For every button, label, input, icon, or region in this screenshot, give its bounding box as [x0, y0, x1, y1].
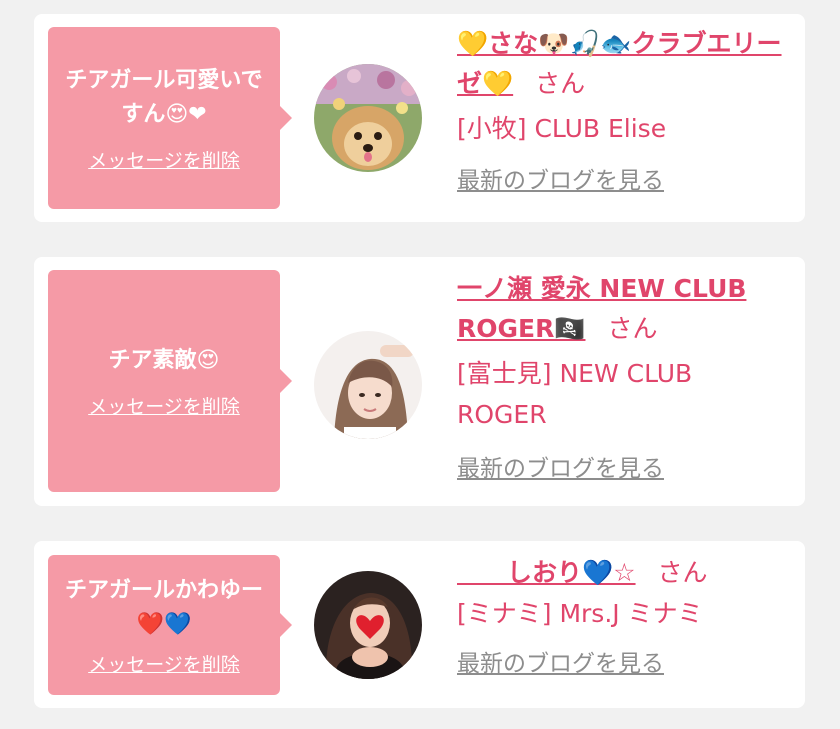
- message-text: チアガールかわゆー❤️💙: [64, 577, 263, 637]
- latest-blog-link[interactable]: 最新のブログを見る: [457, 644, 664, 678]
- shop-name: [小牧] CLUB Elise: [457, 114, 667, 143]
- honorific: さん: [607, 314, 658, 343]
- message-bubble: チアガールかわゆー❤️💙 メッセージを削除: [48, 555, 292, 695]
- woman-photo: [314, 571, 422, 679]
- sender-name-link[interactable]: しおり💙☆: [457, 558, 636, 587]
- sender-name-link[interactable]: 一ノ瀬 愛永 NEW CLUB ROGER🏴‍☠️: [457, 274, 746, 343]
- sender-name-line: しおり💙☆ さん: [457, 553, 787, 593]
- sender-name-line: 💛さな🐶🎣🐟クラブエリーゼ💛 さん: [457, 24, 787, 104]
- shop-name: [ミナミ] Mrs.J ミナミ: [457, 599, 703, 628]
- sender-info: 💛さな🐶🎣🐟クラブエリーゼ💛 さん [小牧] CLUB Elise 最新のブログを…: [457, 24, 787, 195]
- message-bubble: チア素敵😍 メッセージを削除: [48, 270, 292, 492]
- delete-message-link[interactable]: メッセージを削除: [88, 650, 240, 677]
- delete-message-link[interactable]: メッセージを削除: [88, 146, 240, 173]
- latest-blog-link[interactable]: 最新のブログを見る: [457, 161, 664, 195]
- avatar[interactable]: [314, 64, 422, 172]
- honorific: さん: [657, 558, 708, 587]
- shop-name: [富士見] NEW CLUB ROGER: [457, 359, 693, 429]
- dog-photo: [314, 64, 422, 172]
- message-text: チアガール可愛いですん😍❤: [65, 67, 263, 127]
- woman-photo: [314, 331, 422, 439]
- message-bubble: チアガール可愛いですん😍❤ メッセージを削除: [48, 27, 292, 209]
- sender-name-link[interactable]: 💛さな🐶🎣🐟クラブエリーゼ💛: [457, 29, 782, 98]
- message-card: チアガール可愛いですん😍❤ メッセージを削除 💛さな🐶🎣🐟クラブエリーゼ💛 さん …: [34, 14, 805, 222]
- honorific: さん: [535, 69, 586, 98]
- avatar[interactable]: [314, 331, 422, 439]
- latest-blog-link[interactable]: 最新のブログを見る: [457, 449, 664, 483]
- message-card: チアガールかわゆー❤️💙 メッセージを削除 しおり💙☆ さん [ミナミ] Mrs.…: [34, 541, 805, 708]
- sender-name-line: 一ノ瀬 愛永 NEW CLUB ROGER🏴‍☠️ さん: [457, 269, 787, 349]
- message-card: チア素敵😍 メッセージを削除 一ノ瀬 愛永 NEW CLUB ROGER🏴‍☠️…: [34, 257, 805, 506]
- message-text: チア素敵😍: [108, 347, 220, 373]
- avatar[interactable]: [314, 571, 422, 679]
- sender-info: しおり💙☆ さん [ミナミ] Mrs.J ミナミ 最新のブログを見る: [457, 553, 787, 678]
- sender-info: 一ノ瀬 愛永 NEW CLUB ROGER🏴‍☠️ さん [富士見] NEW CL…: [457, 269, 787, 483]
- delete-message-link[interactable]: メッセージを削除: [88, 392, 240, 419]
